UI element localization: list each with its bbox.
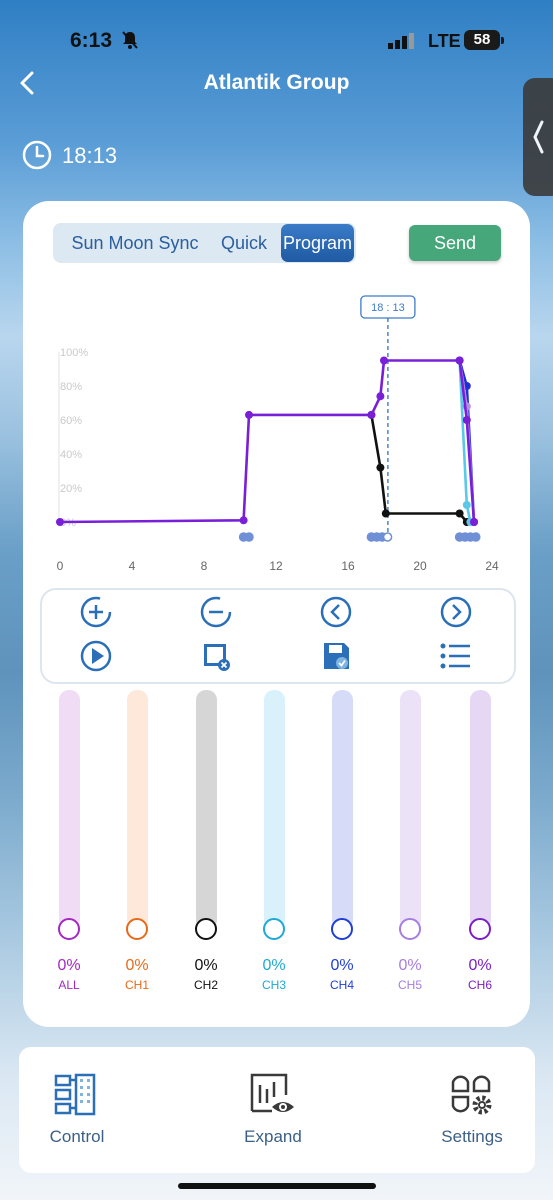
x-tick-label: 8 [201,559,208,573]
page-title: Atlantik Group [203,71,350,94]
y-tick-label: 20% [60,483,82,495]
x-tick-label: 0 [57,559,64,573]
next-point-icon[interactable] [438,594,474,630]
slider-knob-ch6[interactable] [469,918,491,940]
slider-knob-ch2[interactable] [195,918,217,940]
tab-program[interactable]: Program [281,224,354,262]
y-tick-label: 60% [60,415,82,427]
channel-value-all: 0% [57,957,81,974]
series-line [59,359,476,524]
slider-track-ch3[interactable] [264,690,285,930]
mode-tabs: Sun Moon Sync Quick Program [53,223,356,263]
settings-icon[interactable] [450,1073,494,1117]
series-point [376,463,385,472]
series-point [462,416,471,424]
series-point [376,392,385,401]
slider-track-ch5[interactable] [400,690,421,930]
channel-value-ch3: 0% [262,957,286,974]
x-tick-label: 12 [269,559,283,573]
time-marker [382,532,393,542]
tab-quick[interactable]: Quick [213,223,275,263]
program-chart[interactable]: 100%80%60%40%20%0%0 4 8 12 16 20 2418 : 13 [40,290,510,580]
x-tick-label: 24 [485,559,499,573]
list-icon[interactable] [438,638,474,674]
send-button[interactable]: Send [409,225,501,261]
series-point [367,410,376,419]
channel-label-ch5: CH5 [397,978,422,992]
time-marker [471,532,481,542]
status-time: 6:13 [70,29,113,52]
channel-label-ch1: CH1 [124,978,149,992]
battery-cap [501,37,504,44]
series-point [56,518,64,526]
slider-track-ch6[interactable] [470,690,491,930]
channel-value-ch1: 0% [125,957,149,974]
channel-label-ch2: CH2 [193,978,218,992]
slider-knob-all[interactable] [58,918,80,940]
channel-value-ch5: 0% [398,957,422,974]
slider-knob-ch5[interactable] [399,918,421,940]
channel-value-ch6: 0% [468,957,492,974]
play-preview-icon[interactable] [78,638,114,674]
slider-track-ch2[interactable] [196,690,217,930]
current-time: 18:13 [62,143,118,168]
y-tick-label: 100% [60,347,88,359]
expand-icon[interactable] [250,1073,296,1119]
y-tick-label: 80% [60,381,82,393]
clock-icon [22,140,52,170]
x-tick-label: 16 [341,559,355,573]
control-icon[interactable] [54,1073,98,1117]
y-tick-label: 40% [60,449,82,461]
nav-control[interactable]: Control [22,1127,132,1147]
slider-knob-ch3[interactable] [263,918,285,940]
remove-point-icon[interactable] [198,594,234,630]
network-type: LTE [428,31,461,51]
nav-settings[interactable]: Settings [417,1127,527,1147]
series-point [462,501,471,509]
series-point [455,509,464,518]
time-marker [244,532,254,542]
add-point-icon[interactable] [78,594,114,630]
channel-value-ch2: 0% [194,957,218,974]
time-cursor-label: 18 : 13 [371,302,405,314]
slider-knob-ch1[interactable] [126,918,148,940]
save-icon[interactable] [318,638,354,674]
series-point [239,516,248,525]
channel-label-ch4: CH4 [329,978,354,992]
series-point [380,356,388,365]
channel-label-ch6: CH6 [467,978,492,992]
chevron-left-icon [533,120,544,154]
x-tick-label: 4 [129,559,136,573]
slider-track-ch4[interactable] [332,690,353,930]
series-line [370,414,474,524]
previous-point-icon[interactable] [318,594,354,630]
side-drawer-handle[interactable] [523,78,553,196]
tab-sun-moon-sync[interactable]: Sun Moon Sync [59,223,211,263]
slider-track-all[interactable] [59,690,80,930]
series-point [470,518,478,526]
clear-icon[interactable] [198,638,234,674]
nav-expand[interactable]: Expand [218,1127,328,1147]
series-point [381,509,390,518]
channel-label-ch3: CH3 [261,978,286,992]
slider-knob-ch4[interactable] [331,918,353,940]
signal-icon [388,33,414,49]
channel-value-ch4: 0% [330,957,354,974]
battery-level: 58 [464,30,500,50]
series-point [245,410,253,419]
status-bar: 6:13 LTE 58 [0,0,553,80]
silent-bell-icon [122,31,138,49]
series-point [455,356,464,365]
x-tick-label: 20 [413,559,427,573]
home-indicator [178,1183,376,1189]
channel-label-all: ALL [58,978,80,992]
slider-track-ch1[interactable] [127,690,148,930]
